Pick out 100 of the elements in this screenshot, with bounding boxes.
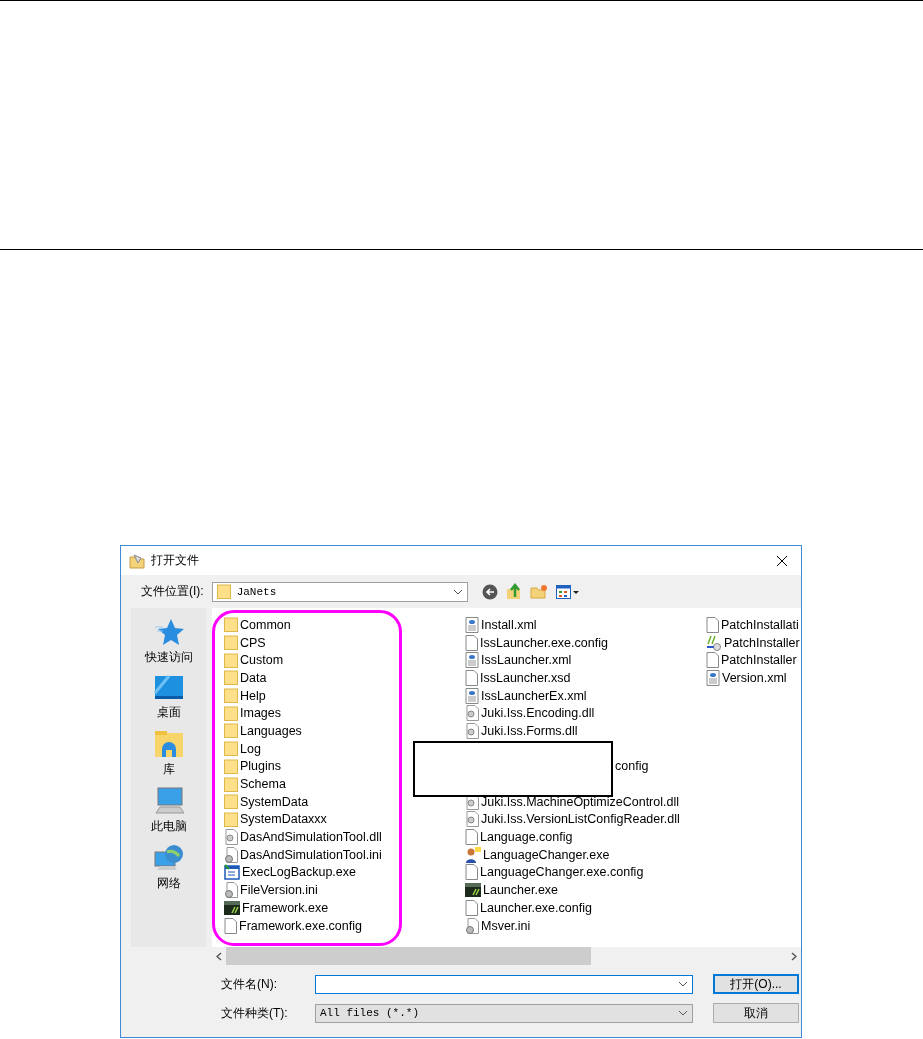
open-button[interactable]: 打开(O)... — [713, 974, 799, 994]
file-item[interactable]: Languages — [224, 722, 465, 740]
xml-document-icon — [465, 687, 479, 704]
file-item[interactable]: DasAndSimulationTool.ini — [224, 845, 465, 864]
star-icon — [153, 618, 184, 646]
place-item[interactable]: 桌面 — [131, 675, 206, 721]
file-item[interactable]: CPS — [224, 633, 465, 652]
xml-document-icon — [706, 669, 720, 686]
filename-field[interactable] — [315, 974, 693, 994]
chevron-left-icon — [216, 951, 222, 961]
xml-document-icon — [465, 616, 479, 633]
folder-icon — [224, 723, 238, 739]
filetype-label: 文件种类(T): — [221, 1004, 289, 1022]
terminal-icon — [465, 882, 481, 899]
folder-icon — [224, 617, 238, 633]
document-icon — [465, 864, 478, 881]
document-icon — [706, 616, 719, 633]
file-item[interactable]: PatchInstallati — [706, 616, 801, 634]
terminal-icon — [224, 899, 240, 916]
file-item[interactable]: PatchInstaller — [706, 651, 801, 670]
folder-icon — [216, 584, 231, 599]
document-icon — [465, 669, 478, 686]
view-menu-icon — [555, 584, 580, 599]
document-icon — [706, 652, 719, 669]
file-item[interactable]: ExecLogBackup.exe — [224, 863, 465, 882]
gear-document-icon — [465, 917, 479, 934]
up-folder-icon — [505, 583, 522, 600]
place-item[interactable]: 网络 — [131, 844, 206, 892]
gear-document-icon — [465, 811, 479, 828]
file-item[interactable]: Juki.Iss.VersionListConfigReader.dll — [465, 810, 706, 829]
filename-label: 文件名(N): — [221, 975, 278, 993]
open-folder-icon — [129, 552, 145, 569]
file-item[interactable]: Language.config — [465, 828, 706, 846]
file-item[interactable]: Install.xml — [465, 616, 706, 634]
scroll-thumb[interactable] — [226, 947, 591, 965]
library-folder-icon — [153, 730, 184, 758]
file-item[interactable]: FileVersion.ini — [224, 881, 465, 899]
file-item[interactable]: Data — [224, 669, 465, 687]
file-item[interactable]: Log — [224, 739, 465, 758]
installer-icon — [706, 634, 722, 651]
toolbar-button[interactable] — [555, 584, 580, 599]
file-item[interactable]: LanguageChanger.exe.config — [465, 863, 706, 882]
file-item[interactable]: Juki.Iss.Encoding.dll — [465, 704, 706, 723]
folder-icon — [224, 705, 238, 721]
monitor-icon — [153, 675, 184, 701]
file-item[interactable]: IssLauncherEx.xml — [465, 686, 706, 705]
gear-document-icon — [224, 846, 238, 863]
folder-icon — [224, 670, 238, 686]
document-icon — [224, 917, 237, 934]
file-item[interactable]: SystemData — [224, 792, 465, 811]
document-icon — [465, 899, 478, 916]
file-item[interactable]: PatchInstaller — [706, 633, 801, 652]
folder-icon — [224, 776, 238, 792]
file-item[interactable]: Juki.Iss.Forms.dll — [465, 722, 706, 740]
folder-icon — [224, 688, 238, 704]
file-item[interactable]: Launcher.exe.config — [465, 899, 706, 917]
place-item[interactable]: 快速访问 — [131, 618, 206, 666]
folder-icon — [224, 794, 238, 810]
toolbar-button[interactable] — [481, 583, 498, 600]
document-icon — [465, 829, 478, 846]
file-item[interactable]: DasAndSimulationTool.dll — [224, 828, 465, 846]
file-item[interactable]: Images — [224, 704, 465, 723]
file-item[interactable]: SystemDataxxx — [224, 810, 465, 829]
file-item[interactable]: IssLauncher.xml — [465, 651, 706, 670]
chevron-down-icon[interactable] — [678, 1010, 688, 1016]
file-item[interactable]: IssLauncher.exe.config — [465, 633, 706, 652]
chevron-down-icon[interactable] — [452, 588, 463, 595]
cancel-button[interactable]: 取消 — [713, 1003, 799, 1023]
file-item[interactable]: Custom — [224, 651, 465, 670]
file-item[interactable]: Plugins — [224, 757, 465, 776]
folder-icon — [224, 811, 238, 827]
person-icon — [465, 846, 481, 863]
gear-document-icon — [465, 722, 479, 739]
location-dropdown[interactable]: JaNets — [211, 581, 468, 602]
gear-document-icon — [224, 829, 238, 846]
filetype-dropdown[interactable]: All files (*.*) — [315, 1003, 693, 1023]
folder-icon — [224, 635, 238, 651]
chevron-down-icon[interactable] — [678, 981, 688, 987]
dialog-title: 打开文件 — [151, 552, 200, 569]
place-item[interactable]: 此电脑 — [131, 787, 206, 835]
file-item[interactable]: Version.xml — [706, 669, 801, 687]
file-item[interactable]: LanguageChanger.exe — [465, 845, 706, 864]
file-item[interactable]: Framework.exe.config — [224, 916, 465, 935]
xml-document-icon — [465, 652, 479, 669]
folder-icon — [224, 758, 238, 774]
close-icon — [776, 554, 788, 567]
file-item[interactable]: Msver.ini — [465, 916, 706, 935]
file-item[interactable]: IssLauncher.xsd — [465, 669, 706, 687]
chevron-right-icon — [791, 951, 797, 961]
file-item[interactable]: Schema — [224, 775, 465, 793]
toolbar-button[interactable] — [505, 583, 522, 600]
computer-icon — [153, 787, 184, 815]
folder-icon — [224, 741, 238, 757]
document-icon — [465, 634, 478, 651]
gear-document-icon — [465, 705, 479, 722]
file-item[interactable]: Framework.exe — [224, 899, 465, 917]
place-item[interactable]: 库 — [131, 730, 206, 778]
file-item[interactable]: Launcher.exe — [465, 881, 706, 899]
file-item[interactable]: Help — [224, 686, 465, 705]
file-item[interactable]: Common — [224, 616, 465, 634]
